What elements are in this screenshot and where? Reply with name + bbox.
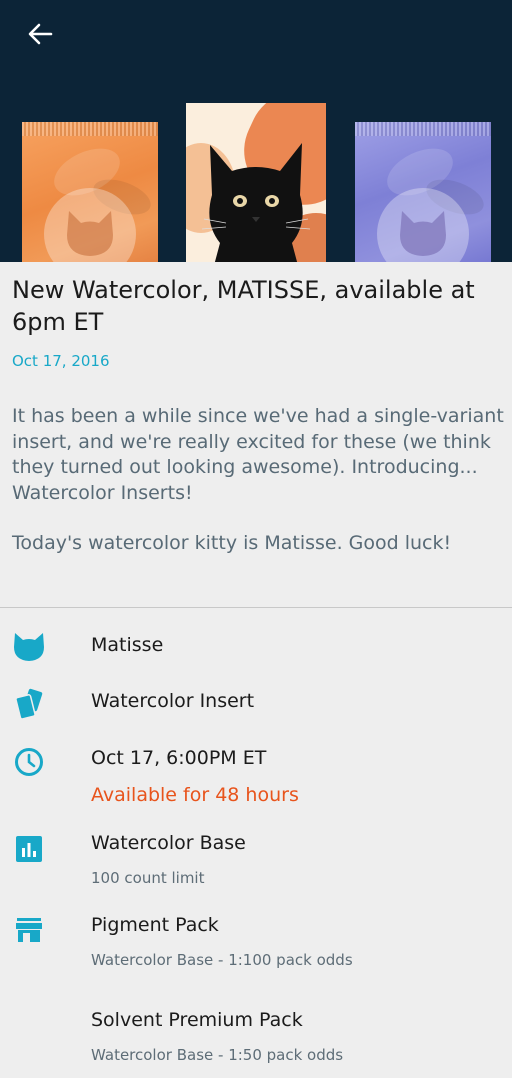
detail-row-insert: Watercolor Insert xyxy=(0,686,512,726)
store-icon xyxy=(12,913,46,947)
matisse-card-image xyxy=(186,103,326,262)
base-limit: 100 count limit xyxy=(91,869,205,887)
bar-chart-icon xyxy=(12,832,46,866)
detail-row-pack: Solvent Premium Pack Watercolor Base - 1… xyxy=(0,1006,512,1070)
detail-row-release: Oct 17, 6:00PM ET Available for 48 hours xyxy=(0,742,512,812)
hero-banner xyxy=(0,0,512,262)
post-body: It has been a while since we've had a si… xyxy=(12,404,504,557)
back-button[interactable] xyxy=(18,14,62,54)
availability-notice: Available for 48 hours xyxy=(91,784,299,806)
black-cat-illustration xyxy=(201,143,311,262)
insert-type: Watercolor Insert xyxy=(91,690,255,712)
cat-name: Matisse xyxy=(91,634,164,656)
pack-name: Solvent Premium Pack xyxy=(91,1009,303,1031)
solvent-pack-image xyxy=(355,122,491,262)
base-name: Watercolor Base xyxy=(91,832,246,854)
release-time: Oct 17, 6:00PM ET xyxy=(91,747,267,769)
post-date: Oct 17, 2016 xyxy=(12,352,110,370)
pack-odds: Watercolor Base - 1:100 pack odds xyxy=(91,951,353,969)
post-paragraph: It has been a while since we've had a si… xyxy=(12,405,504,504)
detail-row-cat: Matisse xyxy=(0,628,512,668)
divider xyxy=(0,607,512,608)
detail-row-base: Watercolor Base 100 count limit xyxy=(0,828,512,892)
pigment-pack-image xyxy=(22,122,158,262)
cards-icon xyxy=(12,687,46,721)
pack-name: Pigment Pack xyxy=(91,914,219,936)
cat-icon xyxy=(12,630,46,664)
arrow-left-icon xyxy=(28,23,53,45)
detail-row-pack: Pigment Pack Watercolor Base - 1:100 pac… xyxy=(0,910,512,974)
post-title: New Watercolor, MATISSE, available at 6p… xyxy=(12,276,475,336)
pack-odds: Watercolor Base - 1:50 pack odds xyxy=(91,1046,344,1064)
clock-icon xyxy=(12,745,46,779)
post-paragraph: Today's watercolor kitty is Matisse. Goo… xyxy=(12,532,452,554)
